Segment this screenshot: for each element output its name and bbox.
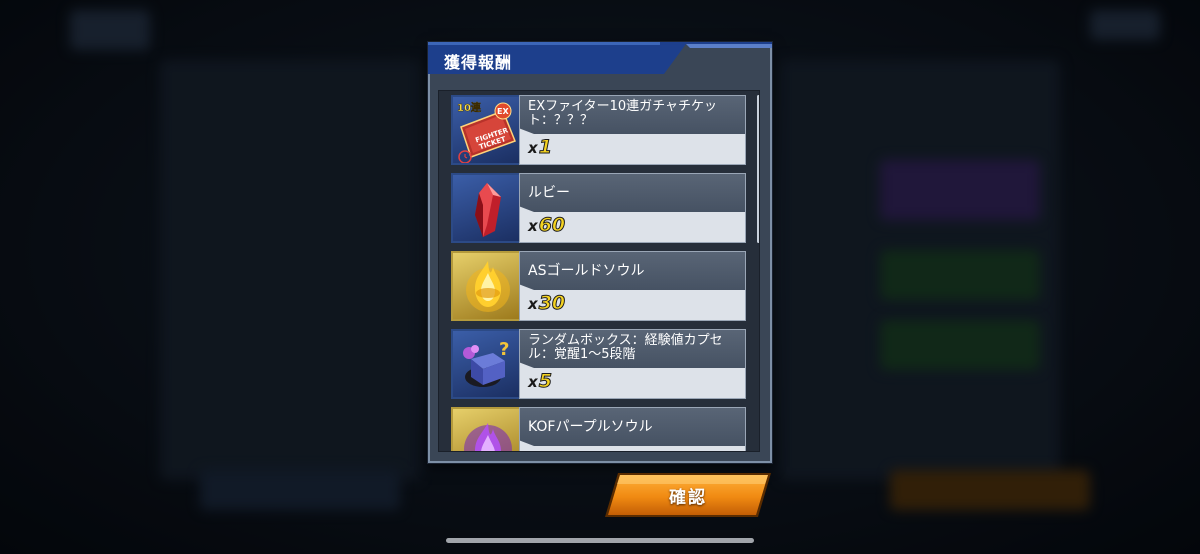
gacha-ticket-icon: FIGHTER TICKET EX 10連: [451, 95, 521, 165]
dialog-title: 獲得報酬: [444, 53, 513, 72]
reward-name: EXファイター10連ガチャチケット：？？？: [528, 99, 718, 128]
reward-item-body: ルビー x60: [519, 173, 746, 243]
reward-item-body: ランダムボックス：経験値カプセル：覚醒1～5段階 x5: [519, 329, 746, 399]
confirm-button[interactable]: 確認: [604, 472, 772, 518]
reward-name: ルビー: [528, 185, 570, 201]
reward-item-body: KOFパープルソウル: [519, 407, 746, 451]
reward-quantity: x1: [528, 136, 552, 159]
reward-list[interactable]: FIGHTER TICKET EX 10連 EXファイター10連ガチャチケット：…: [438, 90, 760, 452]
svg-text:?: ?: [499, 339, 509, 360]
random-box-icon: ?: [451, 329, 521, 399]
reward-quantity: x30: [528, 292, 566, 315]
reward-name: ASゴールドソウル: [528, 263, 645, 279]
svg-text:10連: 10連: [457, 101, 482, 114]
home-indicator[interactable]: [446, 538, 754, 543]
reward-name: KOFパープルソウル: [528, 419, 653, 435]
list-item: KOFパープルソウル: [451, 407, 746, 451]
scrollbar[interactable]: [757, 95, 759, 243]
list-item: ルビー x60: [451, 173, 746, 243]
confirm-button-label: 確認: [669, 488, 707, 508]
list-item: ? ランダムボックス：経験値カプセル：覚醒1～5段階 x5: [451, 329, 746, 399]
purple-soul-icon: [451, 407, 521, 451]
svg-text:EX: EX: [497, 107, 509, 116]
gold-soul-icon: [451, 251, 521, 321]
reward-quantity: x5: [528, 370, 552, 393]
dialog-header: 獲得報酬: [428, 42, 772, 76]
reward-dialog: 獲得報酬 FIGHTER TICKET EX 10連 EXファイター10連ガチャ…: [428, 42, 772, 463]
reward-item-body: ASゴールドソウル x30: [519, 251, 746, 321]
reward-quantity: x60: [528, 214, 566, 237]
reward-name: ランダムボックス：経験値カプセル：覚醒1～5段階: [528, 333, 723, 362]
list-item: ASゴールドソウル x30: [451, 251, 746, 321]
list-item: FIGHTER TICKET EX 10連 EXファイター10連ガチャチケット：…: [451, 95, 746, 165]
reward-item-body: EXファイター10連ガチャチケット：？？？ x1: [519, 95, 746, 165]
ruby-icon: [451, 173, 521, 243]
